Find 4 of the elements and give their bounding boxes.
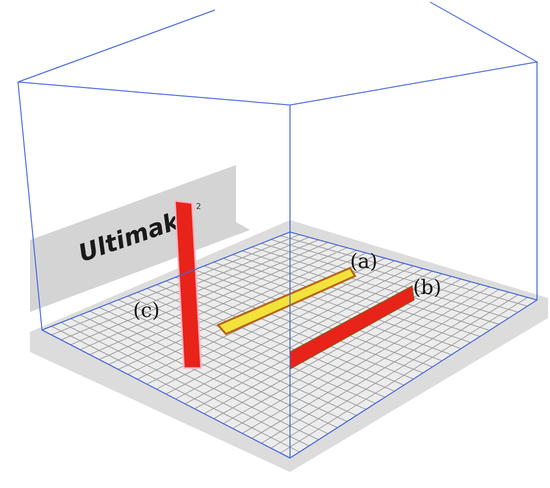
part-label: (a): [350, 249, 378, 273]
mark-text: 2: [196, 202, 202, 211]
part-label: (b): [413, 275, 442, 299]
part-label: (c): [133, 298, 160, 322]
